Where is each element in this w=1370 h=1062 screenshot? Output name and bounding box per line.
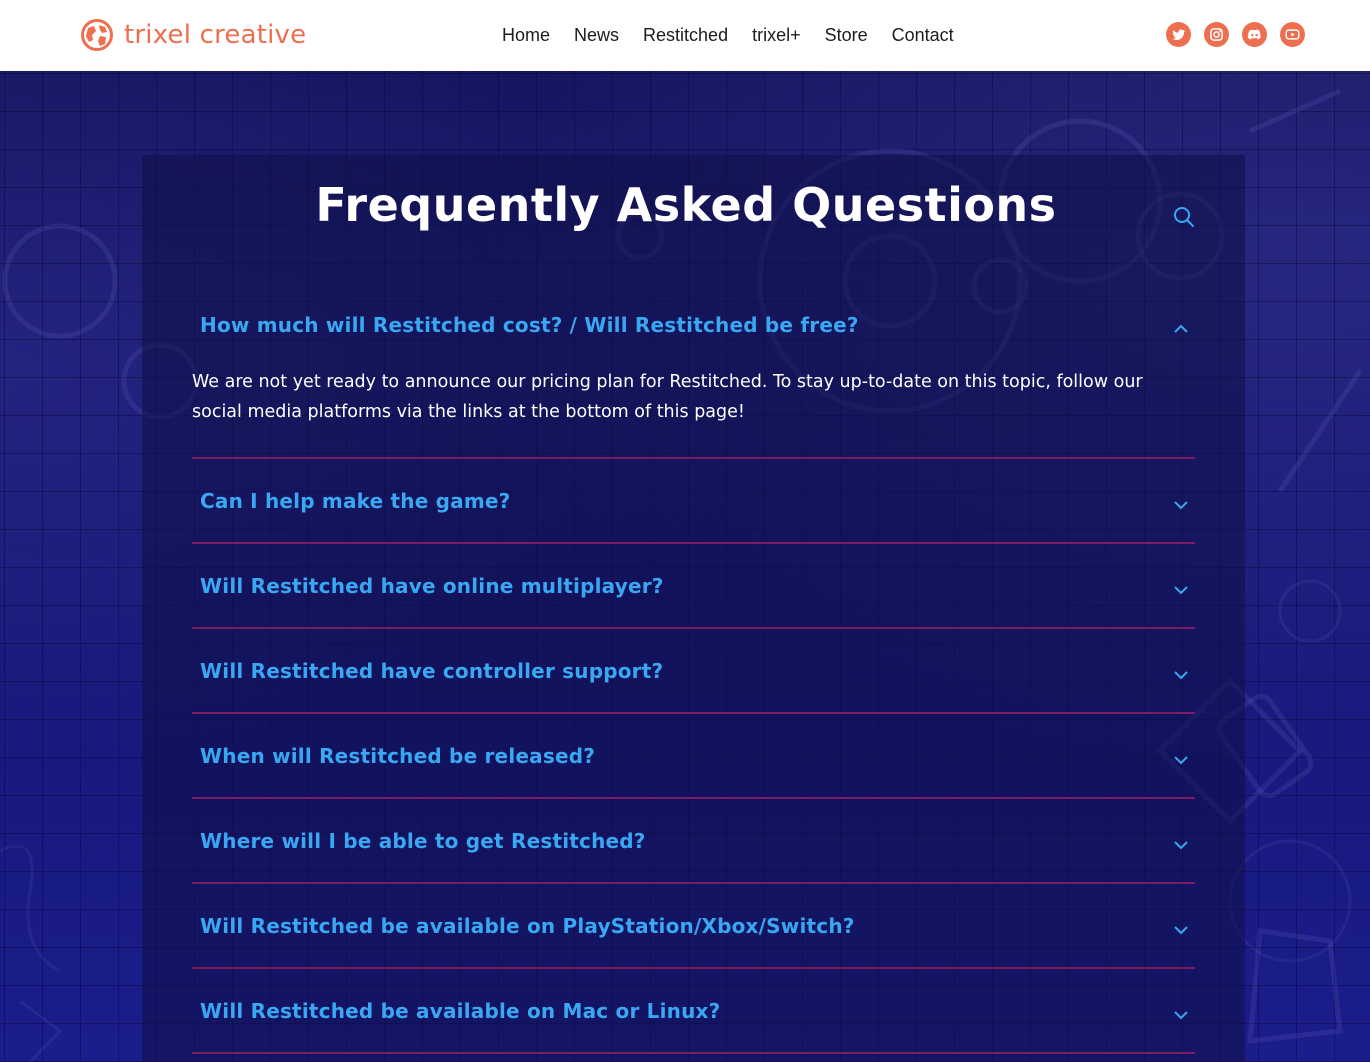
faq-question: When will Restitched be released? (200, 743, 596, 768)
logo-link[interactable]: trixel creative (80, 18, 306, 52)
faq-question-toggle[interactable]: Will Restitched have online multiplayer? (192, 544, 1195, 627)
chevron-down-icon (1174, 585, 1188, 594)
site-header: trixel creative Home News Restitched tri… (0, 0, 1370, 71)
discord-icon[interactable] (1242, 22, 1267, 47)
faq-item: Will Restitched have online multiplayer? (192, 544, 1195, 629)
nav-restitched[interactable]: Restitched (643, 22, 728, 48)
faq-item: How much will Restitched cost? / Will Re… (192, 293, 1195, 459)
search-icon[interactable] (1173, 206, 1195, 228)
faq-question: Will Restitched be available on PlayStat… (200, 913, 855, 938)
logo-text: trixel creative (124, 20, 307, 50)
chevron-down-icon (1174, 840, 1188, 849)
faq-question-toggle[interactable]: Will Restitched be available on Mac or L… (192, 969, 1195, 1052)
faq-question-toggle[interactable]: When will Restitched be released? (192, 714, 1195, 797)
chevron-down-icon (1174, 755, 1188, 764)
chevron-down-icon (1174, 670, 1188, 679)
page-title: Frequently Asked Questions (315, 178, 1057, 232)
faq-item: Will Restitched be available on Mac or L… (192, 969, 1195, 1054)
faq-question: Can I help make the game? (200, 488, 511, 513)
chevron-up-icon (1174, 324, 1188, 333)
nav-news[interactable]: News (574, 22, 619, 48)
instagram-icon[interactable] (1204, 22, 1229, 47)
faq-question: How much will Restitched cost? / Will Re… (200, 313, 859, 337)
faq-question: Will Restitched have online multiplayer? (200, 573, 664, 598)
faq-item: Can I help make the game? (192, 459, 1195, 544)
faq-question-toggle[interactable]: Can I help make the game? (192, 459, 1195, 542)
faq-question-toggle[interactable]: Will Restitched have controller support? (192, 629, 1195, 712)
faq-item: Will Restitched have controller support? (192, 629, 1195, 714)
faq-list: How much will Restitched cost? / Will Re… (192, 293, 1195, 1054)
faq-answer: We are not yet ready to announce our pri… (192, 372, 1143, 422)
chevron-down-icon (1174, 500, 1188, 509)
faq-question: Will Restitched have controller support? (200, 658, 664, 683)
globe-logo-icon (81, 19, 113, 51)
social-links (1166, 22, 1305, 47)
youtube-icon[interactable] (1280, 22, 1305, 47)
faq-question-toggle[interactable]: Will Restitched be available on PlayStat… (192, 884, 1195, 967)
faq-question: Where will I be able to get Restitched? (200, 828, 646, 853)
main-nav: Home News Restitched trixel+ Store Conta… (502, 22, 978, 48)
faq-question-toggle[interactable]: Where will I be able to get Restitched? (192, 799, 1195, 882)
faq-item: When will Restitched be released? (192, 714, 1195, 799)
twitter-icon[interactable] (1166, 22, 1191, 47)
faq-item: Where will I be able to get Restitched? (192, 799, 1195, 884)
nav-store[interactable]: Store (825, 22, 868, 48)
nav-contact[interactable]: Contact (892, 22, 954, 48)
chevron-down-icon (1174, 1010, 1188, 1019)
faq-question-toggle[interactable]: How much will Restitched cost? / Will Re… (192, 293, 1195, 357)
faq-item: Will Restitched be available on PlayStat… (192, 884, 1195, 969)
nav-trixel-plus[interactable]: trixel+ (752, 22, 801, 48)
faq-question: Will Restitched be available on Mac or L… (200, 998, 721, 1023)
chevron-down-icon (1174, 925, 1188, 934)
nav-home[interactable]: Home (502, 22, 550, 48)
